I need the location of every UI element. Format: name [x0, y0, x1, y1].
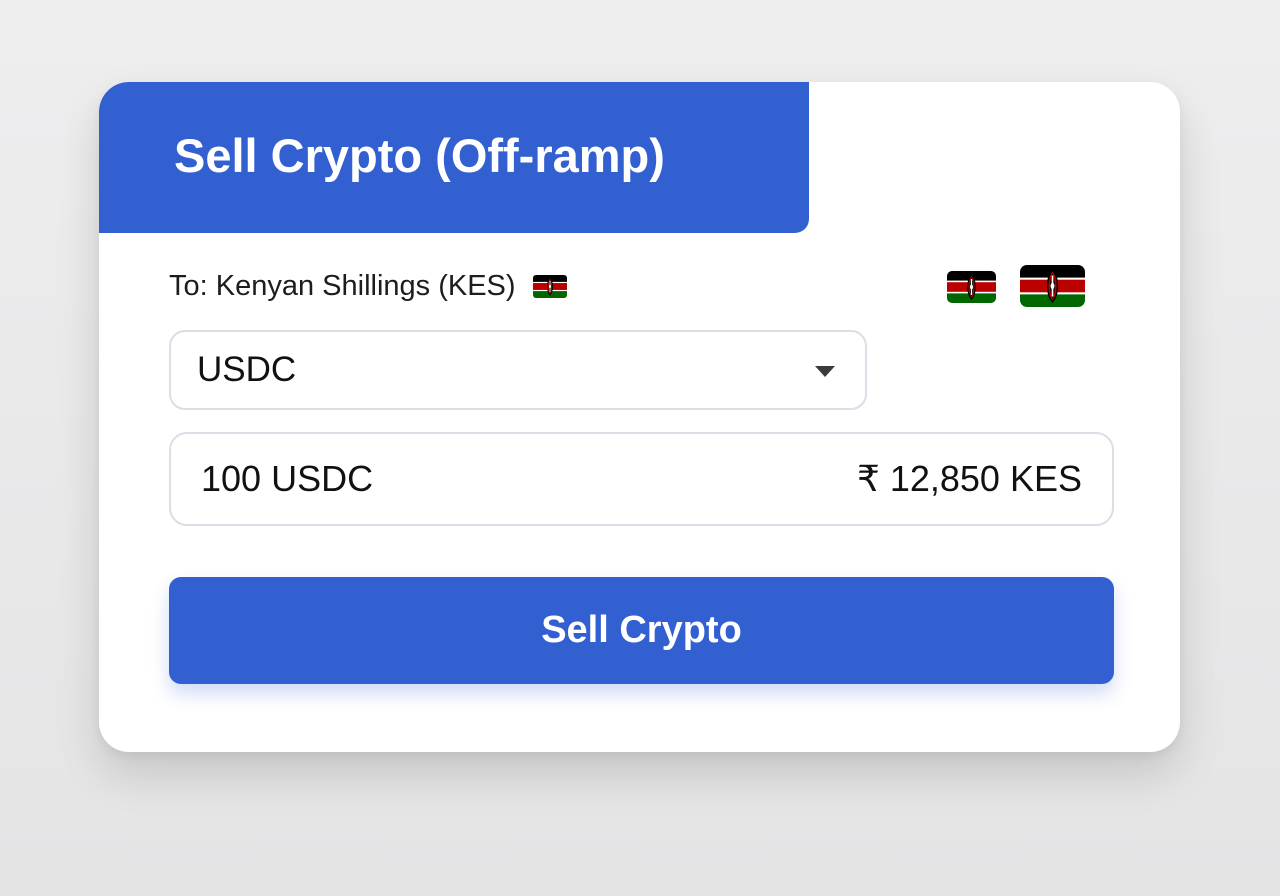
- kenya-flag-icon: [533, 275, 567, 298]
- sell-crypto-card: Sell Crypto (Off-ramp) To: Kenyan Shilli…: [99, 82, 1180, 752]
- converted-amount: ₹ 12,850 KES: [856, 458, 1082, 499]
- selected-crypto: USDC: [197, 350, 297, 389]
- crypto-currency-select[interactable]: USDC: [169, 330, 867, 410]
- kenya-flag-icon[interactable]: [1020, 265, 1085, 307]
- destination-currency-label: To: Kenyan Shillings (KES): [169, 269, 516, 302]
- kenya-flag-icon[interactable]: [947, 271, 996, 303]
- chevron-down-icon: [815, 366, 835, 377]
- amount-field[interactable]: ₹ 12,850 KES: [169, 432, 1114, 526]
- page-title: Sell Crypto (Off-ramp): [174, 129, 665, 182]
- header-tab: Sell Crypto (Off-ramp): [99, 82, 809, 233]
- sell-crypto-button[interactable]: Sell Crypto: [169, 577, 1114, 684]
- destination-currency-row: To: Kenyan Shillings (KES): [169, 268, 567, 304]
- amount-input[interactable]: [201, 434, 601, 524]
